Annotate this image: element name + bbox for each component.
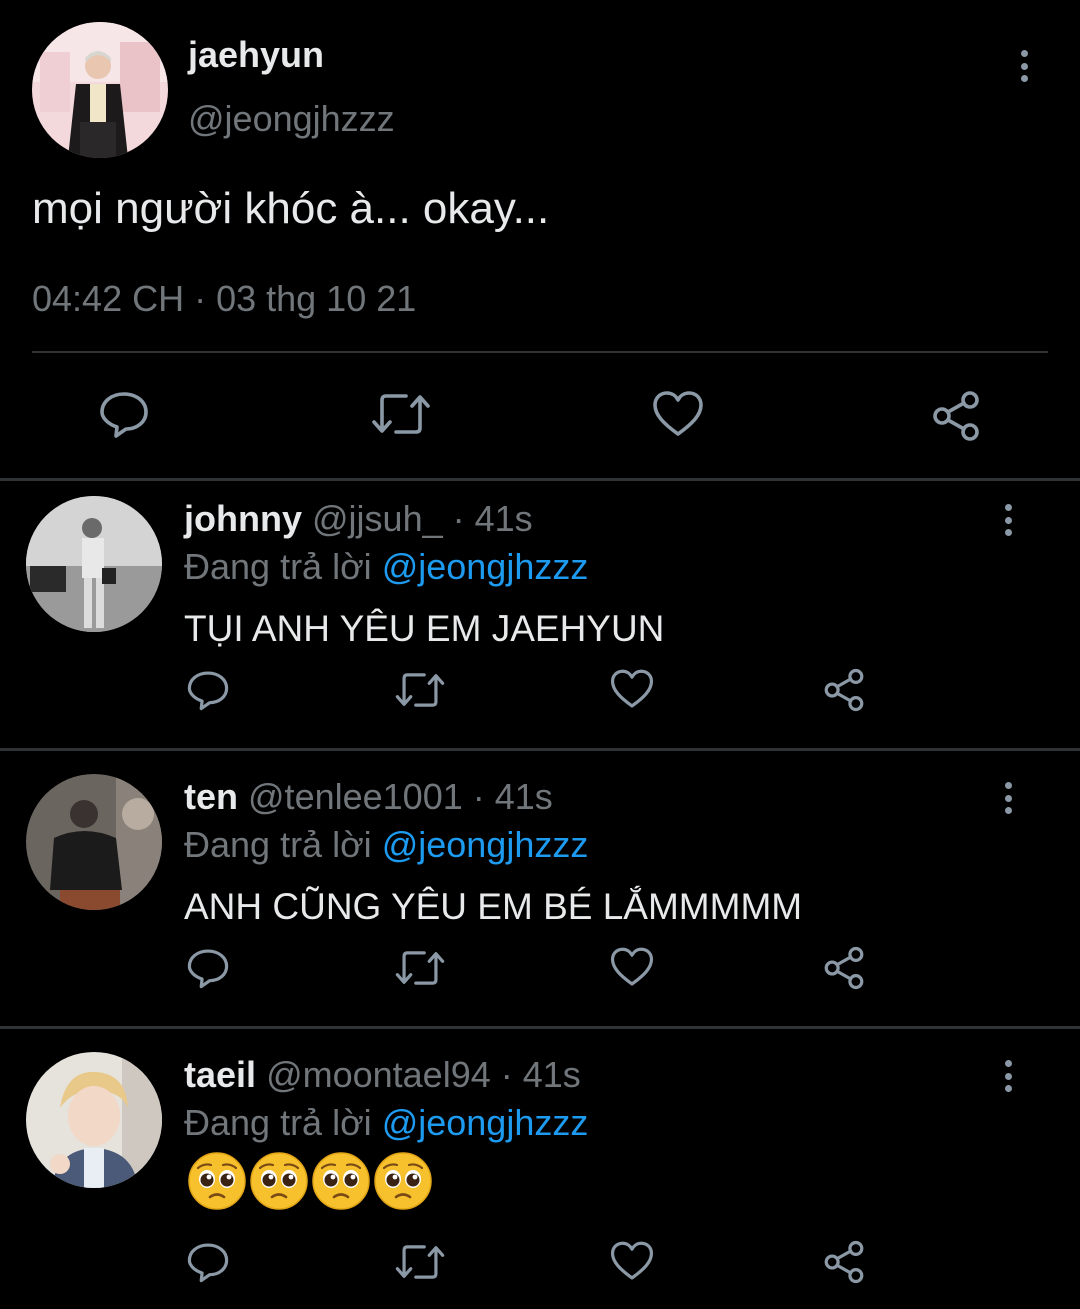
reply-icon[interactable] [186,668,230,717]
divider [0,748,1080,751]
tweet-timestamp: 04:42 CH · 03 thg 10 21 [32,278,417,319]
reply-header: ten @tenlee1001 · 41s [184,776,553,818]
user-handle[interactable]: @jeongjhzzz [188,98,395,140]
reply-header: johnny @jjsuh_ · 41s [184,498,533,540]
like-icon[interactable] [652,390,704,443]
pleading-face-emoji [250,1152,308,1210]
avatar[interactable] [32,22,168,158]
pleading-face-emoji [188,1152,246,1210]
pleading-face-emoji [312,1152,370,1210]
share-icon[interactable] [822,1240,866,1289]
reply-tweet[interactable]: johnny @jjsuh_ · 41s Đang trả lời @jeong… [0,482,1080,757]
replying-to: Đang trả lời @jeongjhzzz [184,824,588,866]
divider [0,478,1080,481]
user-handle-time[interactable]: @jjsuh_ · 41s [312,498,533,539]
user-display-name[interactable]: taeil [184,1054,256,1095]
user-display-name[interactable]: jaehyun [188,34,324,76]
more-vertical-icon[interactable] [1012,50,1036,82]
reply-icon[interactable] [186,946,230,995]
reply-icon[interactable] [186,1240,230,1289]
more-vertical-icon[interactable] [996,782,1020,814]
pleading-face-emoji [374,1152,432,1210]
divider [32,351,1048,353]
user-handle-time[interactable]: @moontael94 · 41s [266,1054,581,1095]
tweet-text: ANH CŨNG YÊU EM BÉ LẮMMMMM [184,886,803,927]
user-handle-time[interactable]: @tenlee1001 · 41s [248,776,553,817]
retweet-icon[interactable] [394,946,446,995]
more-vertical-icon[interactable] [996,504,1020,536]
share-icon[interactable] [822,946,866,995]
mention-link[interactable]: @jeongjhzzz [382,546,589,587]
retweet-icon[interactable] [370,388,432,445]
reply-header: taeil @moontael94 · 41s [184,1054,581,1096]
mention-link[interactable]: @jeongjhzzz [382,824,589,865]
divider [0,1026,1080,1029]
replying-prefix: Đang trả lời [184,546,372,587]
replying-prefix: Đang trả lời [184,1102,372,1143]
avatar[interactable] [26,496,162,632]
retweet-icon[interactable] [394,668,446,717]
tweet-text: mọi người khóc à... okay... [32,184,550,233]
user-display-name[interactable]: johnny [184,498,302,539]
more-vertical-icon[interactable] [996,1060,1020,1092]
user-display-name[interactable]: ten [184,776,238,817]
tweet-emojis [188,1152,432,1210]
avatar[interactable] [26,774,162,910]
tweet-actions [0,946,1080,992]
share-icon[interactable] [822,668,866,717]
tweet-actions [0,1240,1080,1286]
tweet-text: TỤI ANH YÊU EM JAEHYUN [184,608,665,649]
tweet-actions [0,388,1080,444]
avatar[interactable] [26,1052,162,1188]
reply-tweet[interactable]: ten @tenlee1001 · 41s Đang trả lời @jeon… [0,760,1080,1035]
mention-link[interactable]: @jeongjhzzz [382,1102,589,1143]
tweet-actions [0,668,1080,714]
like-icon[interactable] [610,946,654,993]
like-icon[interactable] [610,668,654,715]
replying-to: Đang trả lời @jeongjhzzz [184,546,588,588]
reply-tweet[interactable]: taeil @moontael94 · 41s Đang trả lời @je… [0,1038,1080,1309]
share-icon[interactable] [930,390,982,447]
retweet-icon[interactable] [394,1240,446,1289]
replying-to: Đang trả lời @jeongjhzzz [184,1102,588,1144]
like-icon[interactable] [610,1240,654,1287]
reply-icon[interactable] [98,388,150,445]
replying-prefix: Đang trả lời [184,824,372,865]
main-tweet: jaehyun @jeongjhzzz mọi người khóc à... … [0,0,1080,478]
